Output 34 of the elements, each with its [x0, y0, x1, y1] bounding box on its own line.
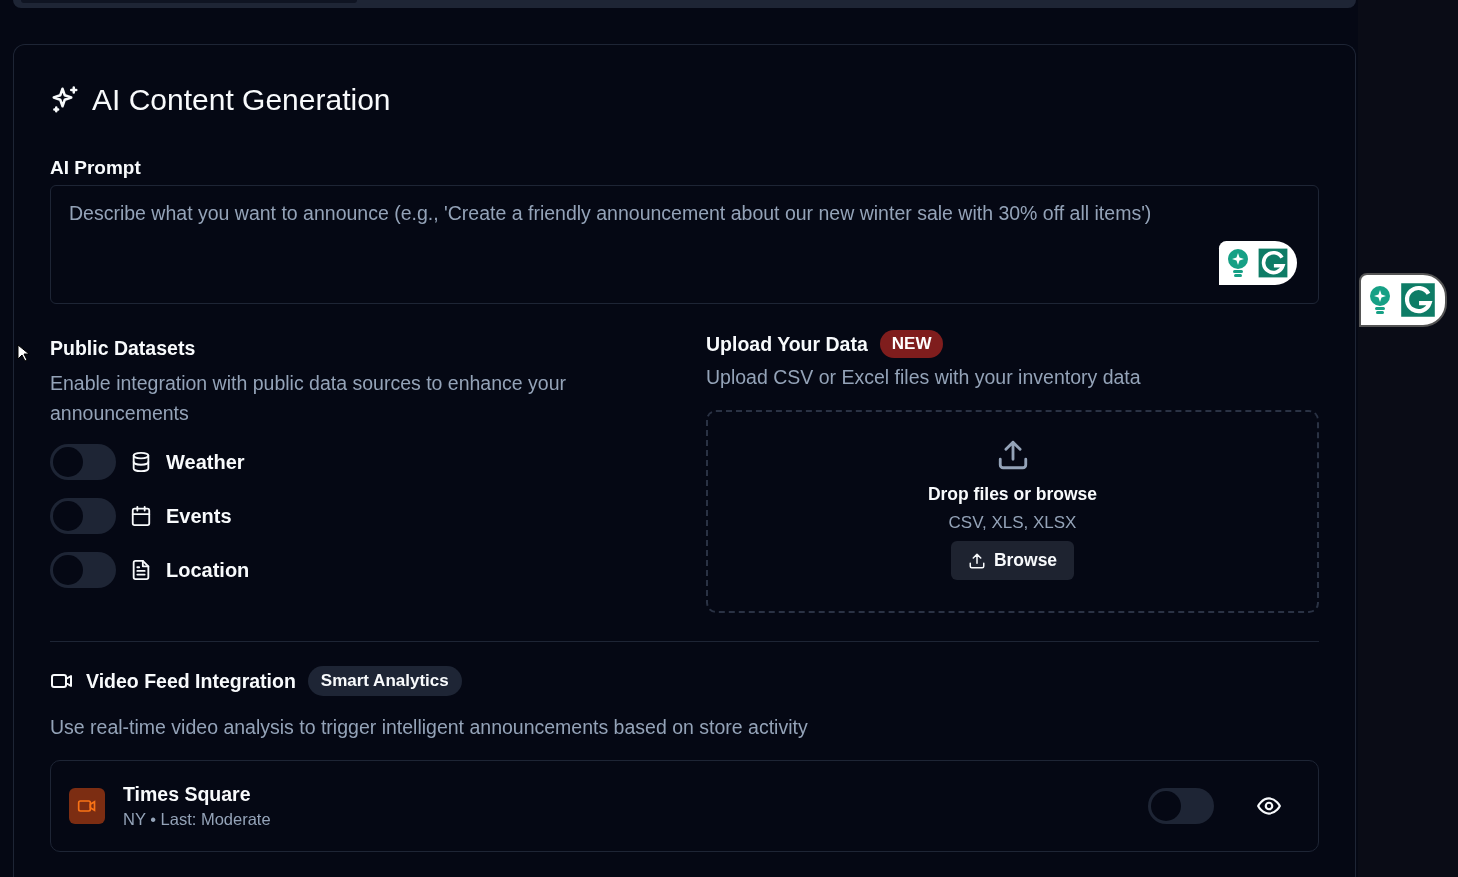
new-badge: NEW: [879, 330, 944, 358]
lightbulb-icon: [1225, 248, 1251, 278]
lightbulb-icon: [1367, 285, 1393, 315]
section-title: AI Content Generation: [92, 83, 391, 117]
browse-button[interactable]: Browse: [950, 541, 1075, 580]
feed-toggle[interactable]: [1148, 788, 1214, 824]
feed-name: Times Square: [123, 783, 252, 806]
dataset-label: Location: [166, 558, 250, 582]
grammarly-widget[interactable]: [1359, 273, 1447, 327]
file-dropzone[interactable]: Drop files or browse CSV, XLS, XLSX Browse: [706, 410, 1319, 613]
dataset-toggle[interactable]: [50, 552, 116, 588]
dataset-toggle[interactable]: [50, 444, 116, 480]
dataset-toggle[interactable]: [50, 498, 116, 534]
datasets-title: Public Datasets: [50, 337, 197, 360]
datasets-description: Enable integration with public data sources to enhance your announcements: [50, 371, 567, 426]
upload-description: Upload CSV or Excel files with your inventory data: [706, 365, 1142, 390]
dataset-label: Events: [166, 504, 232, 528]
calendar-icon: [130, 505, 152, 527]
upload-title: Upload Your Data: [706, 332, 868, 356]
sparkle-icon: [50, 85, 80, 115]
prompt-input[interactable]: Describe what you want to announce (e.g., 'Create a friendly announcement about our new winter sale with 30% off all items'): [50, 185, 1319, 304]
mouse-pointer-icon: [17, 344, 29, 362]
document-icon: [130, 559, 152, 581]
database-icon: [130, 451, 152, 473]
file-formats: CSV, XLS, XLSX: [948, 513, 1077, 533]
video-title: Video Feed Integration: [86, 669, 296, 693]
grammarly-widget[interactable]: [1219, 241, 1297, 285]
prompt-label: AI Prompt: [50, 157, 142, 179]
analytics-badge: Smart Analytics: [307, 666, 462, 696]
upload-icon: [967, 551, 986, 570]
drop-text: Drop files or browse: [927, 484, 1098, 505]
dataset-label: Weather: [166, 450, 245, 474]
feed-meta: NY • Last: Moderate: [123, 810, 271, 829]
video-description: Use real-time video analysis to trigger intelligent announcements based on store activity: [50, 715, 809, 740]
